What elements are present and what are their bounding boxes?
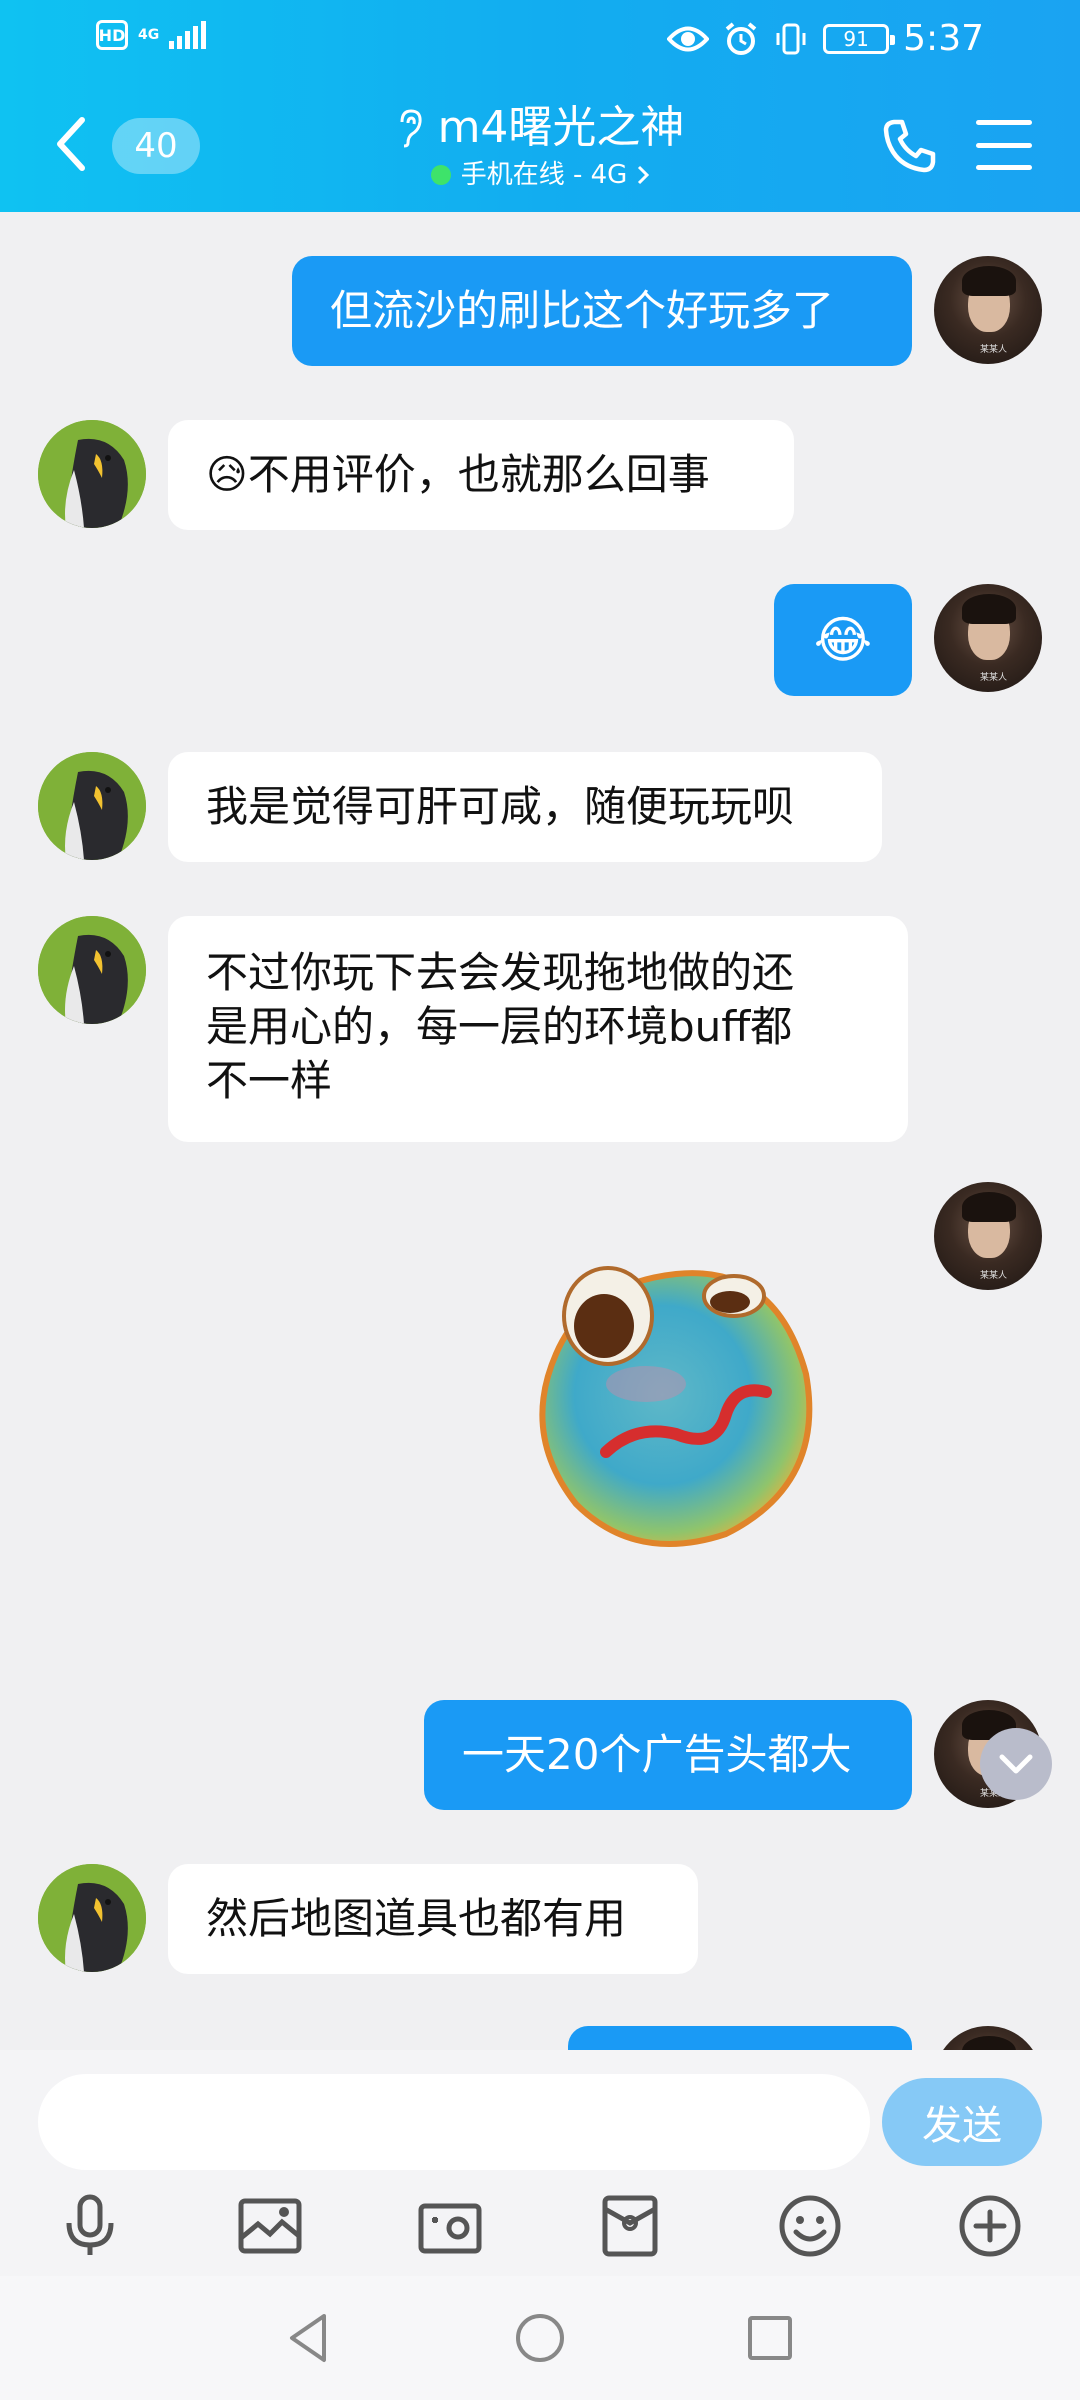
message-text: 一天20个广告头都大	[462, 1730, 852, 1779]
alarm-icon	[725, 21, 757, 55]
message-input[interactable]	[38, 2074, 870, 2170]
send-button[interactable]: 发送	[882, 2078, 1042, 2166]
online-dot	[430, 165, 451, 185]
home-circle-icon[interactable]	[510, 2308, 570, 2368]
peer-avatar[interactable]	[38, 420, 146, 528]
recents-square-icon[interactable]	[740, 2308, 800, 2368]
outgoing-message[interactable]: 但流沙的刷比这个好玩多了	[292, 256, 912, 366]
phone-icon[interactable]	[880, 116, 940, 176]
my-avatar[interactable]: 某某人	[934, 256, 1042, 364]
plus-icon	[959, 2195, 1021, 2257]
message-text: 我是觉得可肝可咸，随便玩玩呗	[206, 782, 795, 831]
message-text: 然后地图道具也都有用	[206, 1894, 627, 1943]
penguin-icon	[38, 916, 146, 1024]
penguin-icon	[38, 420, 146, 528]
status-bar: HD 4G 91 5:37	[0, 0, 1080, 80]
eye-icon	[667, 26, 710, 51]
menu-icon[interactable]	[976, 120, 1032, 170]
status-left: HD 4G	[96, 20, 207, 50]
incoming-message[interactable]: 不过你玩下去会发现拖地做的还 是用心的，每一层的环境buff都 不一样	[168, 916, 908, 1142]
title-row: m4曙光之神	[396, 100, 685, 156]
clock: 5:37	[903, 18, 984, 59]
online-status: 手机在线 - 4G	[430, 158, 650, 192]
message-line: 不一样	[206, 1056, 333, 1105]
microphone-button[interactable]	[50, 2186, 130, 2266]
system-navigation-bar	[0, 2276, 1080, 2400]
chat-message-list[interactable]: 某某人 但流沙的刷比这个好玩多了 😥 不用评价，也就那么回事 某某人 😂 我是觉…	[0, 212, 1080, 2050]
peer-avatar[interactable]	[38, 752, 146, 860]
message-text: 但流沙的刷比这个好玩多了	[330, 286, 835, 335]
emoji-button[interactable]	[770, 2186, 850, 2266]
image-icon	[238, 2198, 302, 2254]
image-button[interactable]	[230, 2186, 310, 2266]
incoming-message[interactable]: 然后地图道具也都有用	[168, 1864, 698, 1974]
ear-icon	[400, 109, 422, 148]
chat-header: HD 4G 91 5:37 40 m4曙光之神 手机在线 - 4G	[0, 0, 1080, 212]
online-status-text: 手机在线 - 4G	[460, 160, 628, 190]
message-line: 不过你玩下去会发现拖地做的还	[206, 948, 795, 997]
vibrate-icon	[776, 23, 806, 54]
microphone-icon	[66, 2194, 114, 2255]
emoji-prefix: 😥	[206, 452, 248, 498]
outgoing-message[interactable]: 一天20个广告头都大	[424, 1700, 912, 1810]
camera-button[interactable]	[410, 2186, 490, 2266]
scroll-to-bottom-button[interactable]	[980, 1728, 1052, 1800]
emoji-icon	[779, 2195, 841, 2257]
more-button[interactable]	[950, 2186, 1030, 2266]
peer-avatar[interactable]	[38, 916, 146, 1024]
penguin-icon	[38, 1864, 146, 1972]
my-avatar[interactable]: 某某人	[934, 584, 1042, 692]
status-right: 91 5:37	[667, 18, 984, 59]
message-text: 不用评价，也就那么回事	[247, 450, 710, 499]
outgoing-message[interactable]: 😂	[774, 584, 912, 696]
peer-avatar[interactable]	[38, 1864, 146, 1972]
composer: 发送	[0, 2050, 1080, 2276]
network-type: 4G	[138, 27, 160, 43]
hd-badge: HD	[96, 20, 128, 50]
my-avatar[interactable]	[934, 2026, 1042, 2050]
message-text: 😂	[813, 611, 873, 669]
chevron-right-icon	[638, 165, 650, 185]
chevron-down-icon	[999, 1754, 1033, 1774]
outgoing-message-partial[interactable]	[568, 2026, 912, 2050]
incoming-message[interactable]: 我是觉得可肝可咸，随便玩玩呗	[168, 752, 882, 862]
my-avatar[interactable]: 某某人	[934, 1182, 1042, 1290]
contact-name: m4曙光之神	[437, 102, 685, 153]
red-packet-button[interactable]	[590, 2186, 670, 2266]
message-line: 是用心的，每一层的环境buff都	[206, 1002, 793, 1051]
incoming-message[interactable]: 😥 不用评价，也就那么回事	[168, 420, 794, 530]
penguin-icon	[38, 752, 146, 860]
derp-face-sticker[interactable]	[526, 1254, 828, 1556]
signal-icon	[169, 21, 207, 49]
back-triangle-icon[interactable]	[280, 2308, 340, 2368]
red-packet-icon	[602, 2195, 658, 2257]
battery-indicator: 91	[823, 23, 896, 54]
battery-level: 91	[843, 26, 869, 51]
camera-icon	[418, 2203, 482, 2254]
